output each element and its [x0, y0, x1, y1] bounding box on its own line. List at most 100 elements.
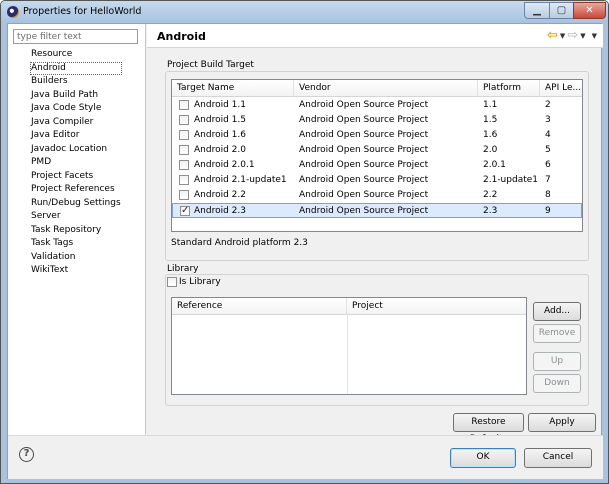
nav-item-run-debug-settings[interactable]: Run/Debug Settings: [30, 197, 122, 211]
nav-item-wikitext[interactable]: WikiText: [30, 264, 122, 278]
platform-cell: 2.2: [483, 190, 498, 200]
is-library-checkbox[interactable]: [167, 277, 177, 287]
target-name-cell: Android 2.0: [194, 145, 246, 155]
dialog-button-bar: ? OK Cancel: [8, 435, 603, 479]
api-level-cell: 9: [545, 206, 551, 216]
nav-item-project-references[interactable]: Project References: [30, 183, 122, 197]
table-row[interactable]: Android 1.1 Android Open Source Project 1.…: [172, 98, 582, 113]
column-header-reference[interactable]: Reference: [172, 298, 347, 315]
target-checkbox[interactable]: [179, 130, 189, 140]
dialog-client-area: ResourceAndroidBuildersJava Build PathJa…: [7, 23, 603, 479]
target-name-cell: Android 2.3: [194, 206, 246, 216]
chevron-down-icon[interactable]: ▼: [580, 29, 585, 43]
preference-nav-list: Resource Android Builders Java Build Path Ja…: [30, 48, 122, 278]
library-section-label: Library: [167, 264, 199, 274]
library-references-table[interactable]: Reference Project: [171, 297, 527, 395]
table-row[interactable]: Android 1.5 Android Open Source Project 1.…: [172, 113, 582, 128]
target-name-cell: Android 2.0.1: [194, 160, 255, 170]
is-library-label: Is Library: [179, 277, 221, 287]
window-title: Properties for HelloWorld: [23, 6, 142, 17]
nav-item-javadoc-location[interactable]: Javadoc Location: [30, 143, 122, 157]
preference-nav-panel: ResourceAndroidBuildersJava Build PathJa…: [8, 24, 146, 435]
table-header: Target Name Vendor Platform API Le...: [172, 80, 582, 97]
column-header-platform[interactable]: Platform: [478, 80, 540, 97]
close-button[interactable]: ✕: [573, 2, 606, 19]
minimize-button[interactable]: ▁: [524, 2, 550, 19]
nav-item-resource[interactable]: Resource: [30, 48, 122, 62]
api-level-cell: 4: [545, 130, 551, 140]
cancel-button[interactable]: Cancel: [524, 448, 592, 468]
target-checkbox[interactable]: [179, 145, 189, 155]
vendor-cell: Android Open Source Project: [299, 190, 429, 200]
nav-item-validation[interactable]: Validation: [30, 251, 122, 265]
nav-item-android[interactable]: Android: [30, 61, 122, 75]
column-header-project[interactable]: Project: [347, 298, 526, 315]
nav-item-task-tags[interactable]: Task Tags: [30, 237, 122, 251]
move-up-button[interactable]: Up: [533, 352, 581, 371]
chevron-down-icon[interactable]: ▼: [560, 29, 565, 43]
nav-item-pmd[interactable]: PMD: [30, 156, 122, 170]
eclipse-app-icon: [7, 6, 19, 18]
api-level-cell: 7: [545, 175, 551, 185]
nav-item-task-repository[interactable]: Task Repository: [30, 224, 122, 238]
nav-item-project-facets[interactable]: Project Facets: [30, 170, 122, 184]
apply-button[interactable]: Apply: [528, 413, 596, 432]
build-target-section-label: Project Build Target: [167, 60, 254, 70]
maximize-button[interactable]: ▢: [549, 2, 574, 19]
api-level-cell: 2: [545, 100, 551, 110]
table-row[interactable]: Android 2.1-update1 Android Open Source P…: [172, 173, 582, 188]
column-divider: [347, 315, 348, 394]
vendor-cell: Android Open Source Project: [299, 145, 429, 155]
target-checkbox[interactable]: [179, 115, 189, 125]
api-level-cell: 6: [545, 160, 551, 170]
title-bar[interactable]: Properties for HelloWorld ▁ ▢ ✕: [1, 1, 608, 23]
api-level-cell: 3: [545, 115, 551, 125]
nav-item-java-editor[interactable]: Java Editor: [30, 129, 122, 143]
table-row[interactable]: Android 2.3 Android Open Source Project 2.…: [172, 203, 582, 218]
target-name-cell: Android 1.1: [194, 100, 246, 110]
target-checkbox[interactable]: [179, 190, 189, 200]
back-arrow-icon[interactable]: ⇦: [547, 29, 558, 43]
nav-item-builders[interactable]: Builders: [30, 75, 122, 89]
add-library-button[interactable]: Add...: [533, 302, 581, 321]
move-down-button[interactable]: Down: [533, 374, 581, 393]
build-target-table[interactable]: Target Name Vendor Platform API Le... An…: [171, 79, 583, 232]
forward-arrow-icon[interactable]: ⇨: [567, 29, 578, 43]
column-header-api-level[interactable]: API Le...: [540, 80, 582, 97]
target-checkbox[interactable]: [179, 160, 189, 170]
nav-item-java-compiler[interactable]: Java Compiler: [30, 116, 122, 130]
target-checkbox[interactable]: [180, 203, 190, 218]
platform-cell: 2.0: [483, 145, 498, 155]
page-navigation: ⇦ ▼ ⇨ ▼ ▼: [547, 29, 597, 43]
platform-cell: 2.0.1: [483, 160, 506, 170]
ok-button[interactable]: OK: [450, 448, 516, 468]
table-row[interactable]: Android 1.6 Android Open Source Project 1.…: [172, 128, 582, 143]
platform-cell: 2.3: [483, 206, 498, 216]
column-header-vendor[interactable]: Vendor: [294, 80, 478, 97]
target-checkbox[interactable]: [179, 100, 189, 110]
remove-library-button[interactable]: Remove: [533, 324, 581, 343]
table-row[interactable]: Android 2.0 Android Open Source Project 2.…: [172, 143, 582, 158]
nav-item-java-build-path[interactable]: Java Build Path: [30, 89, 122, 103]
filter-input[interactable]: [13, 29, 138, 44]
nav-item-server[interactable]: Server: [30, 210, 122, 224]
target-name-cell: Android 2.1-update1: [194, 175, 287, 185]
page-title: Android: [157, 30, 206, 43]
api-level-cell: 5: [545, 145, 551, 155]
vendor-cell: Android Open Source Project: [299, 175, 429, 185]
properties-window: Properties for HelloWorld ▁ ▢ ✕ Resource…: [0, 0, 609, 484]
platform-cell: 2.1-update1: [483, 175, 538, 185]
nav-item-java-code-style[interactable]: Java Code Style: [30, 102, 122, 116]
vendor-cell: Android Open Source Project: [299, 160, 429, 170]
view-menu-icon[interactable]: ▼: [592, 29, 597, 43]
target-checkbox[interactable]: [179, 175, 189, 185]
table-row[interactable]: Android 2.0.1 Android Open Source Project…: [172, 158, 582, 173]
help-icon[interactable]: ?: [19, 447, 34, 462]
vendor-cell: Android Open Source Project: [299, 115, 429, 125]
restore-defaults-button[interactable]: Restore Defaults: [453, 413, 524, 444]
api-level-cell: 8: [545, 190, 551, 200]
table-row[interactable]: Android 2.2 Android Open Source Project 2.…: [172, 188, 582, 203]
vendor-cell: Android Open Source Project: [299, 206, 429, 216]
target-description: Standard Android platform 2.3: [171, 238, 308, 248]
column-header-target-name[interactable]: Target Name: [172, 80, 294, 97]
